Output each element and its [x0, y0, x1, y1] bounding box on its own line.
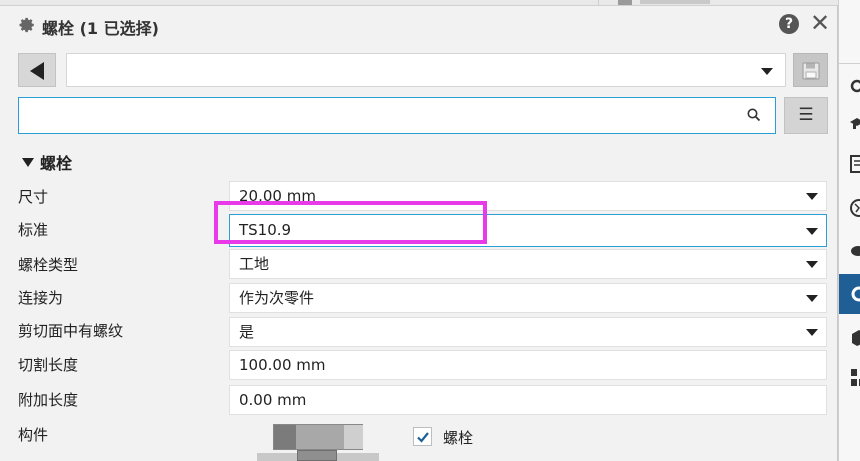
- chevron-down-icon: [806, 295, 818, 302]
- side-hat-button[interactable]: [839, 104, 860, 144]
- bolt-type-value: 工地: [239, 255, 270, 273]
- close-icon[interactable]: ✕: [808, 11, 832, 35]
- menu-icon: ☰: [798, 105, 814, 125]
- side-cloud-button[interactable]: [839, 230, 860, 270]
- extra-length-label: 附加长度: [18, 391, 79, 409]
- box-icon: [852, 330, 860, 346]
- bolt-type-select[interactable]: 工地: [229, 249, 827, 279]
- bolt-preview-image: [273, 424, 363, 450]
- chevron-down-icon: [806, 228, 818, 235]
- side-globe-button[interactable]: [839, 188, 860, 228]
- chevron-down-icon: [806, 261, 818, 268]
- thread-in-shear-label: 剪切面中有螺纹: [18, 322, 124, 340]
- gear-icon: [850, 79, 860, 93]
- side-settings-button[interactable]: [839, 66, 860, 106]
- save-icon: [802, 62, 820, 80]
- connect-as-value: 作为次零件: [239, 289, 315, 307]
- extra-length-value: 0.00 mm: [239, 391, 307, 409]
- connect-as-label: 连接为: [18, 289, 64, 307]
- chevron-down-icon: [761, 68, 773, 75]
- search-input[interactable]: [18, 97, 776, 134]
- preview-shade-light: [344, 425, 363, 449]
- section-title: 螺栓: [40, 154, 73, 173]
- collapse-arrow-icon: [22, 158, 34, 167]
- document-icon: [850, 155, 860, 173]
- bolt-preview-stem: [297, 450, 337, 461]
- globe-icon: [850, 199, 860, 217]
- checkmark-icon: [417, 432, 429, 443]
- cut-length-input[interactable]: 100.00 mm: [229, 350, 827, 380]
- cut-length-value: 100.00 mm: [239, 356, 326, 374]
- side-layout-button[interactable]: [839, 358, 860, 398]
- component-label: 构件: [18, 426, 49, 444]
- cut-length-label: 切割长度: [18, 356, 79, 374]
- section-header-bolt[interactable]: 螺栓: [22, 150, 72, 174]
- bolt-type-label: 螺栓类型: [18, 256, 79, 274]
- highlight-annotation: [214, 201, 487, 244]
- gear-icon: [851, 286, 860, 302]
- side-toolbar-separator: [839, 63, 860, 64]
- cap-icon: [850, 118, 860, 129]
- chevron-down-icon: [806, 329, 818, 336]
- layout-icon: [851, 369, 860, 386]
- magnifier-icon[interactable]: [746, 107, 762, 123]
- tab-icon: [618, 0, 632, 5]
- back-button[interactable]: [18, 53, 56, 87]
- side-document-button[interactable]: [839, 144, 860, 184]
- thread-in-shear-value: 是: [239, 323, 255, 341]
- chevron-down-icon: [806, 193, 818, 200]
- preview-shade-dark: [274, 425, 296, 449]
- connect-as-select[interactable]: 作为次零件: [229, 283, 827, 313]
- bolt-checkbox-label: 螺栓: [443, 429, 474, 447]
- bolt-checkbox[interactable]: [413, 427, 432, 446]
- side-properties-button[interactable]: [839, 274, 860, 314]
- tab-title-fragment: [640, 0, 710, 4]
- thread-in-shear-select[interactable]: 是: [229, 317, 827, 347]
- extra-length-input[interactable]: 0.00 mm: [229, 385, 827, 415]
- title-bar: 螺栓 (1 已选择) ? ✕: [0, 6, 838, 44]
- panel-title: 螺栓 (1 已选择): [42, 19, 159, 38]
- side-box-button[interactable]: [839, 318, 860, 358]
- save-button[interactable]: [793, 53, 828, 87]
- gear-icon: [19, 17, 34, 33]
- cloud-icon: [851, 246, 860, 256]
- triangle-left-icon: [30, 62, 44, 80]
- menu-button[interactable]: ☰: [784, 97, 828, 134]
- side-toolbar: [838, 0, 860, 461]
- size-label: 尺寸: [18, 188, 49, 206]
- standard-label: 标准: [18, 221, 49, 239]
- help-icon[interactable]: ?: [779, 14, 799, 34]
- preset-select[interactable]: [66, 53, 786, 87]
